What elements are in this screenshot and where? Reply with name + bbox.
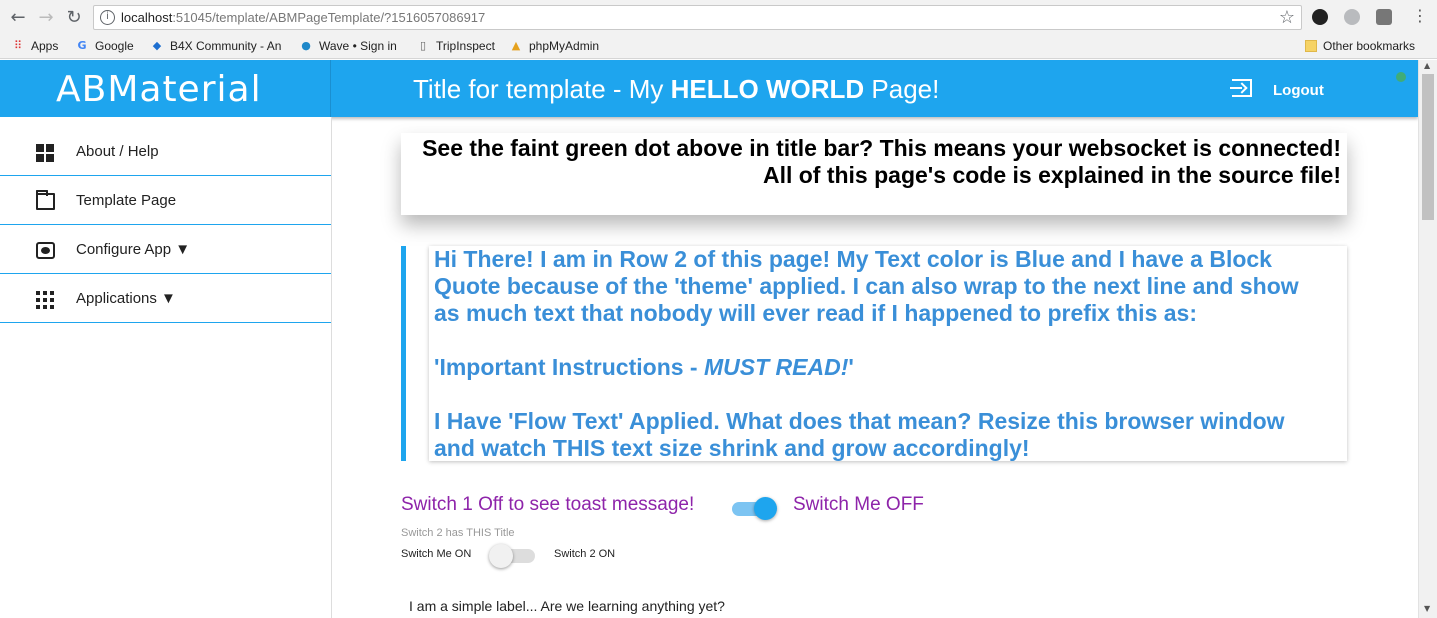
skype-icon[interactable]: [1344, 9, 1360, 25]
bookmarks-bar: ⠿ Apps G Google ◆ B4X Community - An ● Wave …: [0, 35, 1437, 59]
browser-toolbar: ← → ↻ i localhost:51045/template/ABMPage…: [0, 0, 1437, 35]
page-title: Title for template - My HELLO WORLD Page…: [413, 74, 939, 105]
switch2-knob[interactable]: [489, 544, 513, 568]
quote-prefix: 'Important Instructions -: [434, 354, 704, 380]
apps-grid-icon: ⠿: [13, 39, 23, 52]
main-content: See the faint green dot above in title b…: [333, 117, 1418, 618]
switch1-on-label: Switch Me OFF: [793, 494, 924, 515]
apps-icon: [36, 291, 55, 309]
switch1-off-label: Switch 1 Off to see toast message!: [401, 494, 695, 515]
title-suffix: Page!: [864, 74, 940, 104]
bookmark-google[interactable]: G Google: [75, 39, 134, 53]
bookmark-label: TripInspect: [436, 39, 495, 53]
wave-icon: ●: [301, 39, 311, 52]
scroll-thumb[interactable]: [1422, 74, 1434, 220]
bookmark-label: Apps: [31, 39, 59, 53]
sidebar-item-label: About / Help: [76, 143, 159, 160]
card-text-line: See the faint green dot above in title b…: [422, 135, 1341, 161]
quote-line: I Have 'Flow Text' Applied. What does th…: [434, 408, 1285, 434]
simple-label: I am a simple label... Are we learning a…: [409, 598, 725, 614]
sidebar-item-about[interactable]: About / Help: [0, 127, 331, 176]
bookmark-tripinspect[interactable]: ▯ TripInspect: [416, 39, 495, 53]
block-quote: Hi There! I am in Row 2 of this page! My…: [401, 246, 1347, 461]
bookmark-label: Wave • Sign in: [319, 39, 397, 53]
sidebar-item-configure[interactable]: Configure App ▼: [0, 225, 331, 274]
app-logo[interactable]: ABMaterial: [56, 69, 262, 110]
websocket-status-dot: [1396, 72, 1406, 82]
quote-line: 'Important Instructions - MUST READ!': [434, 354, 1347, 381]
url-host: localhost: [121, 10, 173, 25]
bookmark-wave[interactable]: ● Wave • Sign in: [299, 39, 397, 53]
sidebar-item-applications[interactable]: Applications ▼: [0, 274, 331, 323]
folder-icon: [36, 190, 55, 210]
google-icon: G: [77, 39, 87, 52]
info-icon[interactable]: i: [100, 10, 115, 25]
app-header: ABMaterial Title for template - My HELLO…: [0, 60, 1418, 117]
title-bold: HELLO WORLD: [670, 74, 865, 104]
logo-area: ABMaterial: [0, 60, 331, 117]
bookmark-label: phpMyAdmin: [529, 39, 600, 53]
quote-emphasis: MUST READ!: [703, 354, 849, 380]
extension-icon[interactable]: [1312, 9, 1328, 25]
quote-line: as much text that nobody will ever read …: [434, 300, 1197, 326]
bookmark-label: Other bookmarks: [1323, 39, 1416, 53]
url-text[interactable]: localhost:51045/template/ABMPageTemplate…: [121, 10, 485, 25]
quote-line: Quote because of the 'theme' applied. I …: [434, 273, 1299, 299]
quote-suffix: ': [848, 354, 854, 380]
block-quote-content: Hi There! I am in Row 2 of this page! My…: [429, 246, 1347, 461]
switch2-off-label: Switch Me ON: [401, 548, 472, 560]
switch2-title: Switch 2 has THIS Title: [401, 527, 515, 539]
bookmark-label: Google: [95, 39, 134, 53]
sidebar-item-label: Template Page: [76, 192, 177, 209]
bookmark-apps[interactable]: ⠿ Apps: [11, 39, 58, 53]
sidebar: About / Help Template Page Configure App…: [0, 117, 332, 618]
scroll-up-icon[interactable]: ▲: [1424, 61, 1430, 70]
scroll-down-icon[interactable]: ▼: [1424, 604, 1430, 613]
switch1-knob[interactable]: [754, 497, 777, 520]
info-card: See the faint green dot above in title b…: [401, 133, 1347, 215]
dashboard-icon: [36, 144, 55, 162]
page-icon: ▯: [419, 39, 427, 52]
reload-icon[interactable]: ↻: [63, 7, 85, 29]
forward-icon[interactable]: →: [35, 7, 57, 29]
card-text-line: All of this page's code is explained in …: [762, 162, 1341, 188]
switch2-on-label: Switch 2 ON: [554, 548, 616, 560]
logout-button[interactable]: Logout: [1273, 82, 1324, 99]
bookmark-phpmyadmin[interactable]: ▲ phpMyAdmin: [509, 39, 599, 53]
bookmark-star-icon[interactable]: ☆: [1279, 7, 1295, 28]
bookmark-label: B4X Community - An: [170, 39, 282, 53]
quote-line: and watch THIS text size shrink and grow…: [434, 435, 1030, 461]
b4x-icon: ◆: [152, 39, 162, 52]
settings-icon: [36, 242, 55, 259]
bookmark-other[interactable]: Other bookmarks: [1305, 39, 1415, 53]
quote-line: Hi There! I am in Row 2 of this page! My…: [434, 246, 1272, 272]
address-bar[interactable]: i localhost:51045/template/ABMPageTempla…: [93, 5, 1302, 30]
sidebar-item-label: Configure App ▼: [76, 241, 191, 258]
menu-kebab-icon[interactable]: ⋮: [1412, 6, 1428, 25]
url-path: :51045/template/ABMPageTemplate/?1516057…: [172, 10, 486, 25]
page-scrollbar[interactable]: ▲ ▼: [1418, 60, 1437, 618]
folder-icon: [1305, 40, 1317, 52]
title-prefix: Title for template - My: [413, 74, 671, 104]
bookmark-b4x[interactable]: ◆ B4X Community - An: [150, 39, 282, 53]
extension-icon[interactable]: [1376, 9, 1392, 25]
logout-icon[interactable]: [1230, 79, 1252, 97]
sidebar-item-template[interactable]: Template Page: [0, 176, 331, 225]
sidebar-item-label: Applications ▼: [76, 290, 176, 307]
phpmyadmin-icon: ▲: [511, 39, 521, 52]
back-icon[interactable]: ←: [7, 7, 29, 29]
